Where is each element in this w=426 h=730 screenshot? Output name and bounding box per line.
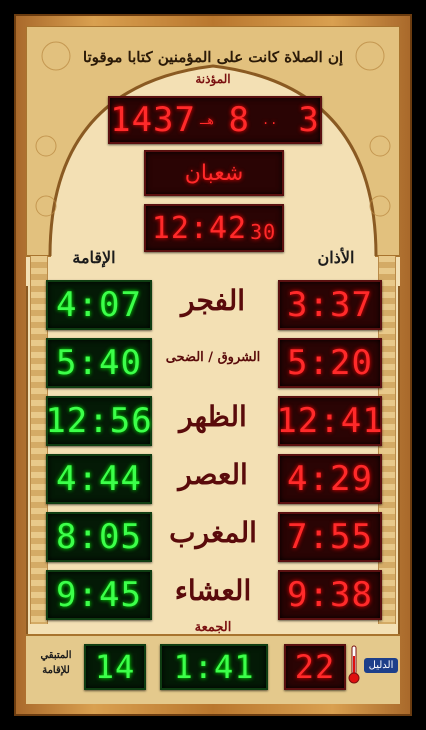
jumuah-time-display: 1:41 bbox=[160, 644, 268, 690]
current-time-display: 12:42 30 bbox=[144, 204, 284, 252]
hijri-month-name: شعبان bbox=[184, 160, 244, 186]
remaining-iqama-label: المتبقي للإقامة bbox=[40, 650, 72, 676]
prayer-name-isha: العشاء bbox=[174, 574, 252, 607]
hijri-date-display: 1437 هـ 8 .. 3 bbox=[108, 96, 322, 144]
current-seconds: 30 bbox=[250, 220, 277, 244]
adhan-time-sunrise: 5:20 bbox=[278, 338, 382, 388]
hijri-day: 8 bbox=[228, 100, 250, 140]
jumuah-label: الجمعة bbox=[194, 620, 232, 635]
adhan-time-asr: 4:29 bbox=[278, 454, 382, 504]
brand-logo: الدليل bbox=[364, 658, 398, 673]
iqama-time-asr: 4:44 bbox=[46, 454, 152, 504]
temperature-display: 22 bbox=[284, 644, 346, 690]
hijri-month-number: 3 bbox=[298, 100, 320, 140]
thermometer-icon bbox=[348, 645, 360, 684]
prayer-name-dhuhr: الظهر bbox=[179, 400, 247, 433]
clock-frame: إن الصلاة كانت على المؤمنين كتابا موقوتا… bbox=[14, 14, 412, 716]
iqama-time-isha: 9:45 bbox=[46, 570, 152, 620]
hijri-month-display: شعبان bbox=[144, 150, 284, 196]
iqama-column-label: الإقامة bbox=[72, 248, 116, 267]
current-time: 12:42 bbox=[151, 210, 248, 246]
hijri-year-suffix: هـ bbox=[200, 113, 215, 127]
prayer-name-maghrib: المغرب bbox=[169, 516, 257, 549]
muathin-label: المؤذنة bbox=[195, 72, 231, 86]
iqama-time-sunrise: 5:40 bbox=[46, 338, 152, 388]
iqama-time-maghrib: 8:05 bbox=[46, 512, 152, 562]
prayer-name-asr: العصر bbox=[178, 458, 248, 491]
hijri-year: 1437 bbox=[110, 100, 196, 140]
prayer-name-fajr: الفجر bbox=[181, 284, 245, 317]
adhan-time-fajr: 3:37 bbox=[278, 280, 382, 330]
clock-panel: إن الصلاة كانت على المؤمنين كتابا موقوتا… bbox=[26, 26, 400, 704]
remaining-iqama-display: 14 bbox=[84, 644, 146, 690]
verse-calligraphy: إن الصلاة كانت على المؤمنين كتابا موقوتا bbox=[82, 48, 344, 66]
adhan-time-isha: 9:38 bbox=[278, 570, 382, 620]
iqama-time-dhuhr: 12:56 bbox=[45, 396, 152, 446]
adhan-time-dhuhr: 12:41 bbox=[276, 396, 383, 446]
adhan-time-maghrib: 7:55 bbox=[278, 512, 382, 562]
iqama-time-fajr: 4:07 bbox=[46, 280, 152, 330]
prayer-name-sunrise: الشروق / الضحى bbox=[165, 350, 261, 365]
adhan-column-label: الأذان bbox=[317, 248, 355, 267]
